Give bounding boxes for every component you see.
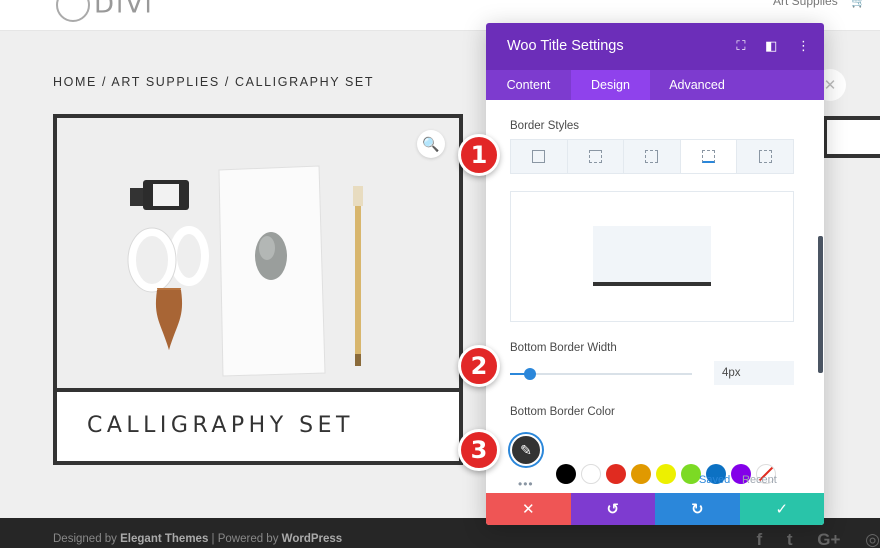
logo-ring-icon [56,0,90,22]
modal-footer: ✕ ↺ ↻ ✓ [486,493,824,525]
tab-design[interactable]: Design [571,70,650,100]
social-icons: f t G+ ◎ [736,530,880,548]
border-width-input[interactable] [714,361,794,385]
border-style-top[interactable] [568,140,625,173]
color-swatch[interactable] [656,464,676,484]
fullscreen-icon[interactable]: ⛶ [736,38,745,53]
border-width-slider[interactable] [510,368,692,380]
instagram-icon[interactable]: ◎ [865,530,880,548]
cancel-icon: ✕ [521,501,535,518]
callout-2: 2 [458,345,500,387]
slider-handle[interactable] [524,368,537,380]
calligraphy-set-photo [57,118,459,388]
more-options-icon[interactable]: ⋮ [797,38,810,53]
bottom-border-color-label: Bottom Border Color [510,406,615,418]
magnifier-icon: 🔍 [422,135,440,152]
modal-title: Woo Title Settings [507,38,624,54]
bottom-border-width-label: Bottom Border Width [510,342,617,354]
modal-body: Border Styles Bottom Border Width Bottom… [486,100,824,493]
right-border-icon [645,150,659,163]
color-swatch[interactable] [606,464,626,484]
redo-icon: ↻ [690,501,704,518]
modal-header[interactable]: Woo Title Settings ⛶ ◧ ⋮ [486,23,824,70]
bottom-border-icon [702,150,716,163]
logo-text: DiVi [94,0,154,20]
save-button[interactable]: ✓ [739,493,824,525]
border-style-selector [510,139,794,174]
product-title: CALLIGRAPHY SET [87,413,354,438]
color-swatch[interactable] [581,464,601,484]
facebook-icon[interactable]: f [756,530,762,548]
undo-icon: ↺ [606,501,620,518]
redo-button[interactable]: ↻ [655,493,740,525]
border-preview-box [593,226,711,286]
border-style-right[interactable] [624,140,681,173]
all-borders-icon [532,150,546,163]
modal-tabs: Content Design Advanced [486,70,824,100]
google-plus-icon[interactable]: G+ [817,530,840,548]
save-icon: ✓ [775,501,789,518]
header-icons: ⛶ ◧ ⋮ [720,38,810,54]
image-divider [57,388,459,392]
sidebar-layout-icon[interactable]: ◧ [765,38,777,53]
callout-1: 1 [458,134,500,176]
footer-link-platform[interactable]: WordPress [282,533,343,545]
color-swatch[interactable] [556,464,576,484]
cart-icon[interactable]: 🛒 [851,0,866,8]
tab-content[interactable]: Content [486,70,571,100]
left-border-icon [758,150,772,163]
top-nav: Art Supplies 🛒 [773,0,866,8]
cancel-button[interactable]: ✕ [486,493,571,525]
color-picker-button[interactable]: ✎ [510,434,542,466]
footer-link-theme[interactable]: Elegant Themes [120,533,208,545]
breadcrumb[interactable]: HOME / ART SUPPLIES / CALLIGRAPHY SET [53,75,374,89]
color-swatch[interactable] [681,464,701,484]
top-border-icon [588,150,602,163]
product-card: 🔍 CALLIGRAPHY SET [53,114,463,465]
more-colors-icon[interactable]: ••• [518,477,534,491]
palette-tab-recent[interactable]: Recent [742,474,777,486]
undo-button[interactable]: ↺ [570,493,655,525]
eyedropper-icon: ✎ [520,441,532,458]
nav-link-art-supplies[interactable]: Art Supplies [773,0,838,8]
zoom-button[interactable]: 🔍 [417,130,445,158]
product-image[interactable]: 🔍 [57,118,459,388]
settings-modal: Woo Title Settings ⛶ ◧ ⋮ Content Design … [486,23,824,525]
footer-credits: Designed by Elegant Themes | Powered by … [53,533,343,545]
modal-scrollbar[interactable] [818,236,823,373]
border-style-left[interactable] [737,140,793,173]
border-style-all[interactable] [511,140,568,173]
color-swatch[interactable] [631,464,651,484]
border-styles-label: Border Styles [510,120,580,132]
palette-tab-saved[interactable]: Saved [699,474,730,486]
border-style-bottom[interactable] [680,140,738,173]
adjacent-module-box [823,116,880,158]
tab-advanced[interactable]: Advanced [650,70,744,100]
twitter-icon[interactable]: t [787,530,793,548]
site-logo[interactable]: DiVi [56,0,154,22]
border-preview [510,191,794,322]
callout-3: 3 [458,429,500,471]
